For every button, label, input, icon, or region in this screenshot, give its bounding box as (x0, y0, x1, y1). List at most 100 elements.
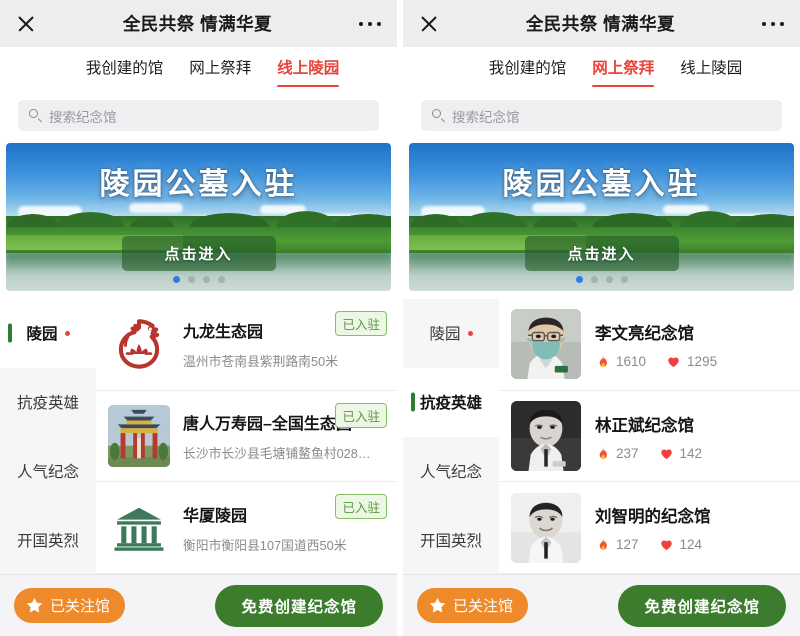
banner-cta-button[interactable]: 点击进入 (524, 236, 679, 271)
page-title: 全民共祭 情满华夏 (122, 14, 273, 34)
close-icon[interactable] (16, 14, 36, 34)
search-placeholder: 搜索纪念馆 (452, 109, 520, 125)
list-item-title: 九龙生态园 (183, 324, 264, 342)
star-icon (429, 597, 446, 613)
search-input[interactable]: 搜索纪念馆 (18, 100, 379, 131)
category-sidebar: 陵园 抗疫英雄 人气纪念 开国英烈 (403, 299, 499, 574)
promo-banner[interactable]: 陵园公墓入驻 点击进入 (409, 143, 794, 291)
sidebar-item-epidemic-heroes[interactable]: 抗疫英雄 (0, 368, 96, 437)
app-header: 全民共祭 情满华夏 (0, 0, 397, 47)
status-badge: 已入驻 (335, 311, 387, 336)
heart-stat: 142 (659, 445, 703, 461)
sidebar-item-label: 抗疫英雄 (419, 395, 482, 413)
status-badge: 已入驻 (335, 402, 387, 428)
cemetery-list: 九龙生态园 温州市苍南县紫荆路南50米 已入驻 唐人万寿园–全国生态园 长沙市长… (96, 299, 397, 574)
search-input[interactable]: 搜索纪念馆 (421, 100, 782, 131)
heart-count: 142 (679, 445, 703, 461)
list-item[interactable]: 林正斌纪念馆 237 142 (499, 391, 800, 483)
list-item[interactable]: 刘智明的纪念馆 127 124 (499, 482, 800, 574)
dual-screenshot-stage: 全民共祭 情满华夏 我创建的馆 网上祭拜 线上陵园 搜索纪念馆 陵园公墓入驻 点… (0, 0, 800, 636)
sidebar-item-label: 开国英烈 (16, 532, 79, 550)
fire-stat: 1610 (595, 354, 646, 369)
tab-my-halls[interactable]: 我创建的馆 (489, 56, 567, 85)
banner-dot-3[interactable] (202, 276, 210, 283)
sidebar-item-popular-memorials[interactable]: 人气纪念 (403, 437, 499, 506)
close-icon[interactable] (419, 14, 439, 34)
search-icon (29, 109, 42, 123)
tab-bar: 我创建的馆 网上祭拜 线上陵园 (403, 47, 800, 94)
banner-section: 陵园公墓入驻 点击进入 (0, 143, 397, 299)
sidebar-item-label: 开国英烈 (419, 532, 482, 550)
sidebar-item-cemetery[interactable]: 陵园 (0, 299, 96, 368)
page-title: 全民共祭 情满华夏 (525, 14, 676, 34)
followed-halls-button[interactable]: 已关注馆 (14, 588, 126, 623)
fire-icon (599, 446, 607, 459)
sidebar-item-founding-martyrs[interactable]: 开国英烈 (0, 505, 96, 574)
list-item-text: 李文亮纪念馆 1610 1295 (595, 320, 788, 369)
create-memorial-button[interactable]: 免费创建纪念馆 (215, 584, 383, 627)
sidebar-item-label: 陵园 (26, 326, 58, 344)
status-badge: 已入驻 (335, 494, 387, 520)
fire-stat: 237 (595, 446, 639, 461)
tab-online-cemetery[interactable]: 线上陵园 (277, 56, 339, 85)
banner-dot-2[interactable] (590, 276, 598, 283)
bottom-action-bar: 已关注馆 免费创建纪念馆 (0, 574, 397, 636)
classical-building-icon (108, 496, 170, 559)
list-item[interactable]: 华厦陵园 衡阳市衡阳县107国道西50米 已入驻 (96, 482, 397, 574)
create-memorial-button[interactable]: 免费创建纪念馆 (618, 584, 786, 627)
memorial-list: 李文亮纪念馆 1610 1295 林正斌纪念馆 237 142 刘智明的纪念馆 … (499, 299, 800, 574)
followed-halls-button[interactable]: 已关注馆 (417, 588, 529, 623)
banner-dot-1[interactable] (575, 276, 583, 283)
sidebar-item-popular-memorials[interactable]: 人气纪念 (0, 437, 96, 506)
banner-dot-4[interactable] (217, 276, 225, 283)
star-icon (26, 597, 43, 613)
more-options-icon[interactable] (762, 14, 784, 34)
banner-dot-1[interactable] (172, 276, 180, 283)
banner-cta-button[interactable]: 点击进入 (121, 236, 276, 271)
content-area: 陵园 抗疫英雄 人气纪念 开国英烈 (403, 299, 800, 574)
bottom-action-bar: 已关注馆 免费创建纪念馆 (403, 574, 800, 636)
more-options-icon[interactable] (359, 14, 381, 34)
paifang-gate-photo (108, 405, 170, 467)
sidebar-item-label: 人气纪念 (419, 463, 482, 481)
list-item-text: 林正斌纪念馆 237 142 (595, 412, 788, 461)
search-section: 搜索纪念馆 (403, 94, 800, 143)
followed-halls-label: 已关注馆 (453, 598, 514, 615)
banner-dot-4[interactable] (620, 276, 628, 283)
list-item[interactable]: 九龙生态园 温州市苍南县紫荆路南50米 已入驻 (96, 299, 397, 391)
sidebar-item-epidemic-heroes[interactable]: 抗疫英雄 (403, 367, 499, 437)
fire-count: 127 (616, 537, 639, 553)
search-placeholder: 搜索纪念馆 (49, 109, 117, 125)
right-phone-screen: 全民共祭 情满华夏 我创建的馆 网上祭拜 线上陵园 搜索纪念馆 陵园公墓入驻 点… (403, 0, 800, 636)
list-item[interactable]: 李文亮纪念馆 1610 1295 (499, 299, 800, 391)
banner-pagination-dots[interactable] (575, 276, 628, 283)
banner-section: 陵园公墓入驻 点击进入 (403, 143, 800, 299)
fire-icon (599, 354, 607, 367)
app-header: 全民共祭 情满华夏 (403, 0, 800, 47)
list-item-stats: 1610 1295 (595, 354, 788, 369)
banner-pagination-dots[interactable] (172, 276, 225, 283)
promo-banner[interactable]: 陵园公墓入驻 点击进入 (6, 143, 391, 291)
tab-my-halls[interactable]: 我创建的馆 (86, 56, 164, 85)
banner-title: 陵园公墓入驻 (502, 168, 701, 201)
heart-count: 1295 (687, 353, 718, 369)
banner-dot-2[interactable] (187, 276, 195, 283)
list-item-title: 刘智明的纪念馆 (595, 508, 711, 527)
portrait-doctor-smiling (511, 492, 581, 563)
list-item-address: 温州市苍南县紫荆路南50米 (183, 354, 338, 370)
fire-count: 237 (616, 445, 639, 461)
heart-icon (660, 449, 672, 459)
portrait-doctor-bw (511, 401, 581, 471)
sidebar-item-cemetery[interactable]: 陵园 (403, 299, 499, 368)
tab-online-worship[interactable]: 网上祭拜 (189, 56, 251, 85)
tab-online-worship[interactable]: 网上祭拜 (592, 56, 654, 85)
portrait-masked-doctor (511, 309, 581, 380)
list-item[interactable]: 唐人万寿园–全国生态园 长沙市长沙县毛塘铺鳌鱼村028… 已入驻 (96, 391, 397, 483)
heart-count: 124 (679, 537, 703, 553)
sidebar-item-founding-martyrs[interactable]: 开国英烈 (403, 505, 499, 574)
fire-icon (599, 538, 607, 551)
tab-online-cemetery[interactable]: 线上陵园 (680, 56, 742, 85)
search-section: 搜索纪念馆 (0, 94, 397, 143)
banner-dot-3[interactable] (605, 276, 613, 283)
dragon-lotus-logo-icon (108, 313, 170, 376)
